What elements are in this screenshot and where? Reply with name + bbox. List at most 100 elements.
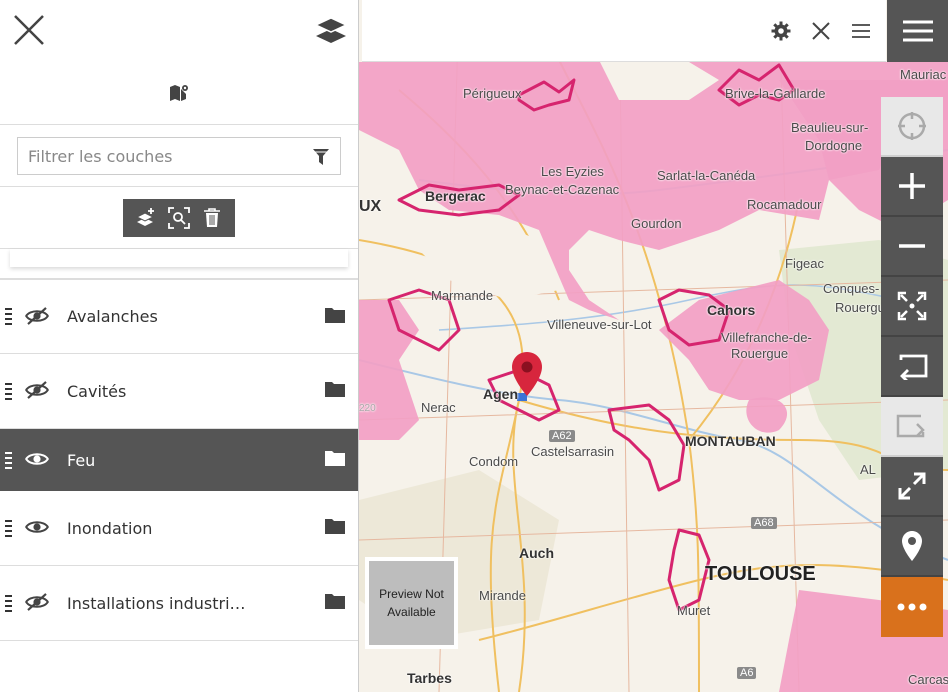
zoom-extent-button[interactable] (881, 277, 943, 337)
map-label-cahors: Cahors (707, 302, 756, 318)
folder-icon[interactable] (324, 449, 346, 471)
layers-icon[interactable] (314, 15, 348, 47)
map-label-a20: 220 (359, 403, 376, 414)
main-menu-button[interactable] (887, 0, 948, 62)
layer-name: Feu (67, 450, 96, 470)
map-label-beynac: Beynac-et-Cazenac (505, 182, 620, 197)
previous-view-icon (899, 354, 928, 380)
close-icon (812, 21, 830, 40)
search-options-button[interactable] (850, 20, 872, 42)
clear-search-button[interactable] (810, 20, 832, 42)
fullscreen-button[interactable] (881, 457, 943, 517)
map-label-beaulieu: Beaulieu-sur- (791, 120, 869, 135)
map-label-mauriac: Mauriac (900, 67, 947, 82)
map-label-dordogne: Dordogne (805, 138, 863, 153)
previous-view-button[interactable] (881, 337, 943, 397)
filter-field (17, 137, 341, 175)
folder-icon[interactable] (324, 517, 346, 539)
layer-row[interactable]: Avalanches (0, 279, 358, 354)
layer-actions-group (123, 198, 235, 237)
location-pin-icon[interactable] (510, 350, 544, 406)
layer-actions-row (0, 187, 358, 249)
close-panel-icon[interactable] (13, 14, 45, 46)
eye-icon[interactable] (25, 450, 51, 470)
next-view-button[interactable] (881, 397, 943, 457)
locate-icon (898, 112, 926, 140)
map-label-montauban: MONTAUBAN (685, 433, 776, 449)
preview-text-line1: Preview Not (379, 587, 444, 601)
map-label-castelsarrasin: Castelsarrasin (531, 444, 615, 459)
drag-handle-icon[interactable] (5, 451, 17, 469)
filter-layers-input[interactable] (18, 138, 340, 174)
folder-icon[interactable] (324, 380, 346, 402)
more-options-button[interactable] (881, 577, 943, 637)
filter-row (0, 125, 358, 187)
delete-layer-button[interactable] (199, 205, 225, 231)
filter-icon[interactable] (312, 148, 330, 166)
map-label-figeac: Figeac (785, 256, 825, 271)
map-label-nerac: Nerac (421, 400, 456, 415)
map-label-villefranche2: Rouergue (731, 346, 789, 361)
eye-icon[interactable] (25, 518, 51, 538)
zoom-out-button[interactable] (881, 217, 943, 277)
map-label-villeneuve: Villeneuve-sur-Lot (547, 317, 652, 332)
map-label-villefranche1: Villefranche-de- (721, 330, 812, 345)
drag-handle-icon[interactable] (5, 519, 17, 537)
layer-row[interactable]: Inondation (0, 491, 358, 566)
layer-list: Avalanches Cavités Feu Inondation Installati… (0, 279, 358, 641)
gear-icon (771, 21, 791, 40)
zoom-out-icon (899, 244, 925, 248)
layer-name: Cavités (67, 381, 127, 401)
zoom-extent-icon (897, 291, 927, 321)
add-layer-button[interactable] (133, 205, 159, 231)
marker-icon (902, 531, 922, 561)
zoom-in-button[interactable] (881, 157, 943, 217)
locate-button[interactable] (881, 97, 943, 157)
zoom-to-layer-icon (168, 206, 190, 229)
search-bar (362, 0, 886, 62)
layers-panel: Avalanches Cavités Feu Inondation Installati… (0, 0, 359, 692)
layer-name: Avalanches (67, 307, 158, 326)
map-label-sarlat: Sarlat-la-Canéda (657, 168, 756, 183)
folder-icon[interactable] (324, 306, 346, 328)
map-label-auch: Auch (519, 545, 554, 561)
map-label-a6x: A6 (737, 667, 757, 679)
basemap-preview[interactable]: Preview Not Available (365, 557, 458, 649)
hamburger-icon (902, 20, 933, 42)
next-view-icon (896, 414, 925, 438)
layer-row[interactable]: Feu (0, 429, 358, 491)
layer-row[interactable]: Cavités (0, 354, 358, 429)
map-label-eyzies: Les Eyzies (541, 164, 604, 179)
layer-name: Installations industri… (67, 593, 246, 613)
map-label-ux: UX (359, 198, 382, 215)
preview-placeholder: Preview Not Available (369, 561, 454, 645)
map-label-conques: Conques- (823, 281, 880, 296)
more-icon (897, 603, 927, 611)
layer-name: Inondation (67, 518, 153, 538)
add-marker-button[interactable] (881, 517, 943, 577)
layer-row[interactable]: Installations industri… (0, 566, 358, 641)
eye-slash-icon[interactable] (25, 593, 51, 613)
settings-button[interactable] (770, 20, 792, 42)
group-card (0, 249, 358, 279)
eye-slash-icon[interactable] (25, 381, 51, 401)
map-label-rocamadour: Rocamadour (747, 197, 822, 212)
map-label-muret: Muret (677, 603, 711, 618)
map-label-gourdon: Gourdon (631, 216, 682, 231)
map-label-bergerac: Bergerac (425, 188, 486, 204)
drag-handle-icon[interactable] (5, 594, 17, 612)
trash-icon (204, 207, 221, 227)
panel-header (0, 0, 358, 62)
map-label-toulouse: TOULOUSE (705, 563, 816, 585)
map-label-a62: A62 (549, 430, 575, 442)
map-catalog-icon[interactable] (169, 84, 189, 102)
zoom-to-layer-button[interactable] (166, 205, 192, 231)
map-toolbar (881, 97, 943, 637)
eye-slash-icon[interactable] (25, 306, 51, 327)
folder-icon[interactable] (324, 592, 346, 614)
map-label-a68: A68 (751, 517, 777, 529)
add-layer-icon (135, 207, 154, 226)
drag-handle-icon[interactable] (5, 382, 17, 400)
map-label-tarbes: Tarbes (407, 670, 452, 686)
drag-handle-icon[interactable] (5, 308, 17, 325)
